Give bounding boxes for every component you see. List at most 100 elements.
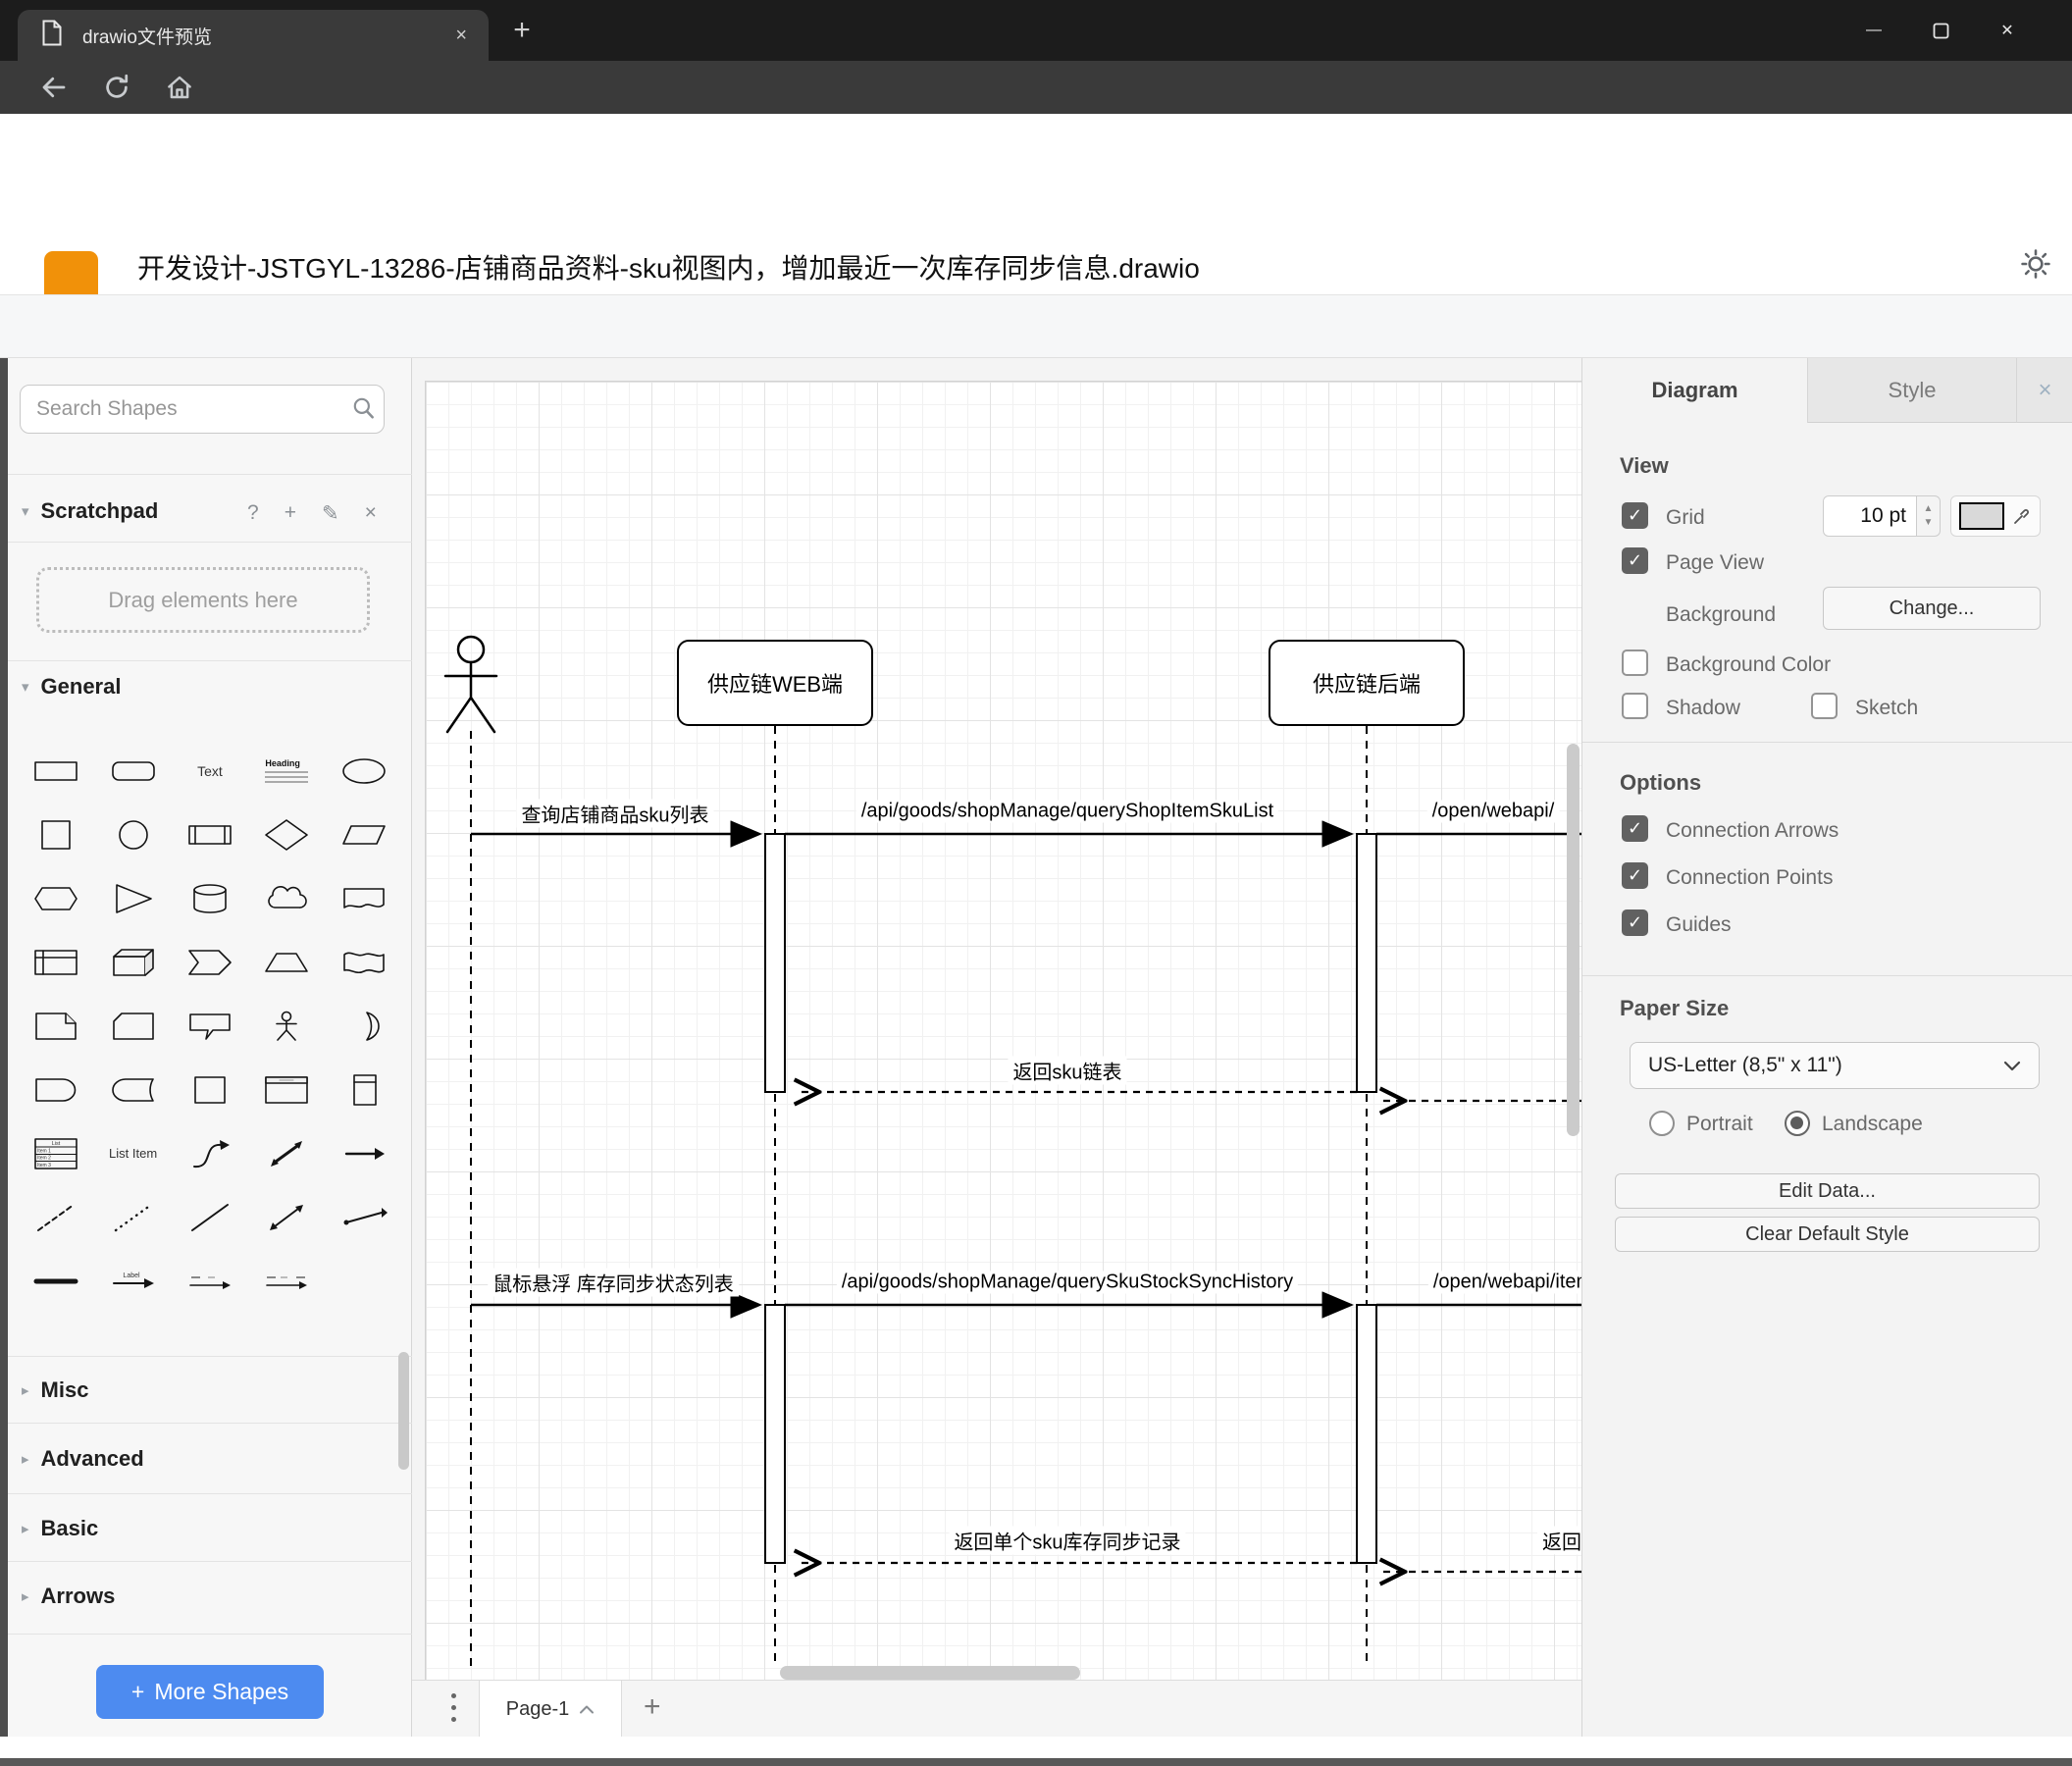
- page-view-checkbox[interactable]: ✓: [1622, 547, 1648, 574]
- shape-list[interactable]: List Item 1 Item 2 Item 3: [18, 1121, 94, 1185]
- shadow-checkbox[interactable]: [1622, 693, 1648, 719]
- shape-document[interactable]: [326, 866, 402, 930]
- shape-cloud[interactable]: [248, 866, 325, 930]
- shape-double-arrow[interactable]: [248, 1185, 325, 1249]
- shape-actor[interactable]: [248, 994, 325, 1058]
- shape-rectangle[interactable]: [18, 739, 94, 803]
- home-icon[interactable]: [165, 73, 196, 104]
- scratchpad-header[interactable]: ▾ Scratchpad: [22, 498, 158, 524]
- tab-close-icon[interactable]: ×: [455, 25, 467, 47]
- theme-toggle-icon[interactable]: [2019, 247, 2052, 286]
- sidebar-scrollbar[interactable]: [398, 1352, 409, 1470]
- panel-close-icon[interactable]: ×: [2017, 358, 2072, 423]
- shape-ellipse[interactable]: [326, 739, 402, 803]
- sequence-diagram[interactable]: [412, 358, 1581, 1680]
- landscape-radio[interactable]: [1785, 1111, 1810, 1136]
- shape-triangle[interactable]: [94, 866, 171, 930]
- new-tab-button[interactable]: +: [502, 14, 542, 47]
- window-close-button[interactable]: ✕: [1974, 0, 2041, 61]
- shape-tape[interactable]: [326, 930, 402, 994]
- message-label[interactable]: 返回单个sku库存同步记录: [949, 1526, 1186, 1555]
- page-tab[interactable]: Page-1: [479, 1681, 622, 1738]
- shape-card[interactable]: [94, 994, 171, 1058]
- clear-default-style-button[interactable]: Clear Default Style: [1615, 1217, 2040, 1252]
- window-minimize-button[interactable]: —: [1840, 0, 1907, 61]
- more-shapes-button[interactable]: + More Shapes: [96, 1665, 324, 1719]
- shape-step[interactable]: [172, 930, 248, 994]
- search-icon[interactable]: [351, 395, 377, 426]
- shape-callout[interactable]: [172, 994, 248, 1058]
- shape-list-item[interactable]: List Item: [94, 1121, 171, 1185]
- shape-cylinder[interactable]: [172, 866, 248, 930]
- window-maximize-button[interactable]: [1907, 0, 1974, 61]
- shape-circle[interactable]: [94, 803, 171, 866]
- add-icon[interactable]: +: [285, 501, 296, 526]
- message-label[interactable]: /api/goods/shopManage/queryShopItemSkuLi…: [855, 800, 1279, 823]
- shape-container[interactable]: [172, 1058, 248, 1121]
- shape-line[interactable]: [172, 1185, 248, 1249]
- canvas-vertical-scrollbar[interactable]: [1567, 744, 1580, 1136]
- back-icon[interactable]: [39, 73, 71, 104]
- shape-window[interactable]: [248, 1058, 325, 1121]
- message-label[interactable]: 查询店铺商品sku列表: [516, 799, 714, 828]
- shape-curve[interactable]: [172, 1121, 248, 1185]
- shape-dotted-line[interactable]: [94, 1185, 171, 1249]
- shape-source-target-arrow[interactable]: [248, 1249, 325, 1313]
- browser-tab[interactable]: drawio文件预览 ×: [18, 10, 489, 61]
- shape-process[interactable]: [172, 803, 248, 866]
- shape-arrow-right[interactable]: [326, 1121, 402, 1185]
- grid-size-input[interactable]: [1823, 495, 1917, 537]
- edit-icon[interactable]: ✎: [322, 501, 339, 526]
- grid-size-stepper[interactable]: ▲ ▼: [1917, 495, 1941, 537]
- shape-labeled-arrow[interactable]: Label: [94, 1249, 171, 1313]
- portrait-radio[interactable]: [1649, 1111, 1675, 1136]
- section-general[interactable]: ▾ General: [22, 674, 121, 700]
- shape-link[interactable]: [326, 1185, 402, 1249]
- diagram-canvas[interactable]: 供应链WEB端 供应链后端 查询店铺商品sku列表 /api/goods/sho…: [412, 358, 1581, 1680]
- message-label[interactable]: 返回sku链表: [1008, 1056, 1127, 1085]
- guides-checkbox[interactable]: ✓: [1622, 909, 1648, 936]
- section-arrows[interactable]: ▸ Arrows: [22, 1584, 115, 1609]
- shape-note[interactable]: [18, 994, 94, 1058]
- shape-source-arrow[interactable]: [172, 1249, 248, 1313]
- shape-trapezoid[interactable]: [248, 930, 325, 994]
- add-page-button[interactable]: +: [644, 1690, 661, 1724]
- lifeline-backend[interactable]: 供应链后端: [1269, 640, 1465, 726]
- message-label[interactable]: /open/webapi/: [1426, 800, 1560, 823]
- shape-delay[interactable]: [18, 1058, 94, 1121]
- shape-text[interactable]: Text: [172, 739, 248, 803]
- shape-diamond[interactable]: [248, 803, 325, 866]
- search-input[interactable]: [20, 385, 385, 434]
- shape-data-storage[interactable]: [94, 1058, 171, 1121]
- refresh-icon[interactable]: [102, 73, 133, 104]
- paper-size-select[interactable]: US-Letter (8,5" x 11"): [1630, 1042, 2040, 1089]
- shape-square[interactable]: [18, 803, 94, 866]
- edit-data-button[interactable]: Edit Data...: [1615, 1173, 2040, 1209]
- shape-parallelogram[interactable]: [326, 803, 402, 866]
- canvas-horizontal-scrollbar[interactable]: [780, 1666, 1080, 1680]
- section-basic[interactable]: ▸ Basic: [22, 1516, 98, 1541]
- help-icon[interactable]: ?: [247, 501, 259, 526]
- shape-bold-line[interactable]: [18, 1249, 94, 1313]
- connection-arrows-checkbox[interactable]: ✓: [1622, 815, 1648, 842]
- shape-dashed-line[interactable]: [18, 1185, 94, 1249]
- close-icon[interactable]: ×: [365, 501, 377, 526]
- shape-bidirectional-arrow[interactable]: [248, 1121, 325, 1185]
- tab-diagram[interactable]: Diagram: [1582, 358, 1808, 423]
- shape-or[interactable]: [326, 994, 402, 1058]
- section-misc[interactable]: ▸ Misc: [22, 1377, 88, 1403]
- lifeline-web[interactable]: 供应链WEB端: [677, 640, 873, 726]
- shape-hexagon[interactable]: [18, 866, 94, 930]
- message-label[interactable]: 返回: [1537, 1526, 1581, 1555]
- connection-points-checkbox[interactable]: ✓: [1622, 862, 1648, 889]
- shape-cube[interactable]: [94, 930, 171, 994]
- message-label[interactable]: 鼠标悬浮 库存同步状态列表: [488, 1268, 739, 1297]
- tab-style[interactable]: Style: [1808, 358, 2017, 423]
- shape-textbox[interactable]: Heading: [248, 739, 325, 803]
- message-label[interactable]: /api/goods/shopManage/querySkuStockSyncH…: [836, 1271, 1299, 1294]
- scratchpad-dropzone[interactable]: Drag elements here: [36, 567, 370, 633]
- section-advanced[interactable]: ▸ Advanced: [22, 1446, 144, 1472]
- shape-internal-storage[interactable]: [18, 930, 94, 994]
- message-label[interactable]: /open/webapi/item: [1427, 1271, 1581, 1294]
- shape-rounded-rectangle[interactable]: [94, 739, 171, 803]
